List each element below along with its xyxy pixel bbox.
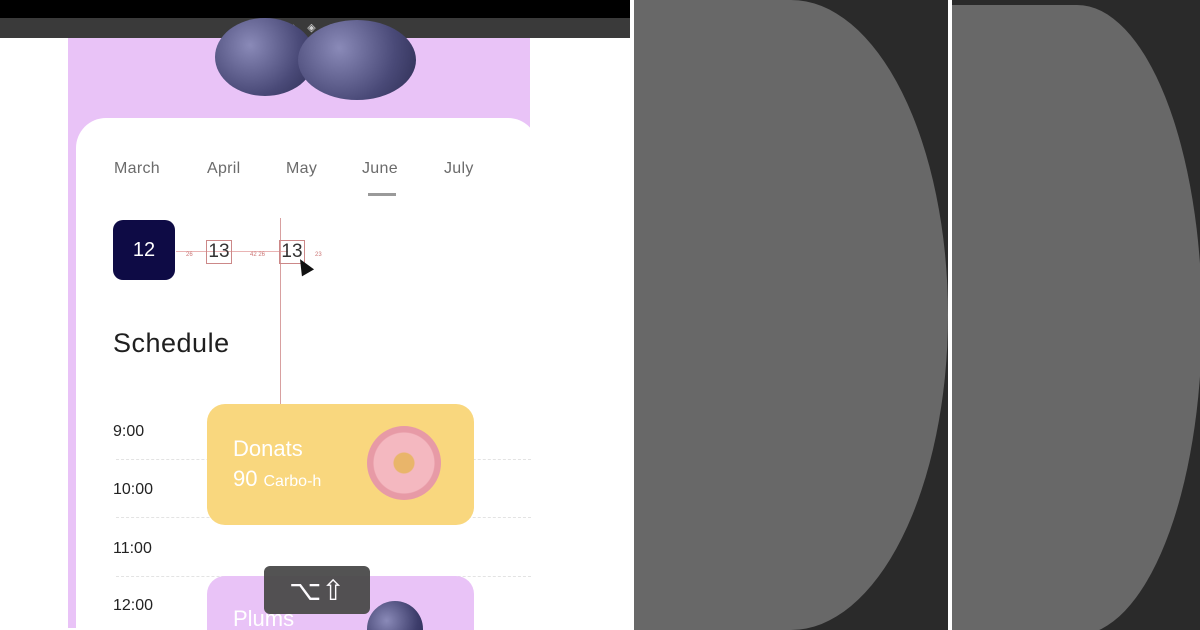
schedule-title: Schedule: [113, 328, 230, 358]
time-label: 9:00: [113, 423, 145, 440]
event-title: Donats: [233, 436, 303, 461]
month-tabs: March April May June July: [114, 160, 534, 190]
tab-april[interactable]: April: [207, 160, 241, 178]
time-label: 11:00: [113, 540, 152, 557]
measure-label: 26: [186, 252, 193, 258]
preview-panel: [634, 0, 948, 630]
tab-march[interactable]: March: [114, 160, 160, 178]
keyboard-shortcut-hud: ⌥⇧: [264, 566, 370, 614]
tab-june[interactable]: June: [362, 160, 398, 178]
half-circle-shape: [634, 0, 948, 630]
measure-label: 42 26: [250, 252, 266, 258]
option-shift-keys-icon: ⌥⇧: [289, 573, 345, 607]
preview-panel: [952, 0, 1200, 630]
blueberry-image: [298, 20, 416, 100]
active-tab-indicator: [368, 193, 396, 196]
tab-may[interactable]: May: [286, 160, 317, 178]
day-item[interactable]: 13: [206, 240, 232, 264]
plum-image: [367, 601, 423, 630]
time-label: 10:00: [113, 481, 154, 498]
tab-july[interactable]: July: [444, 160, 474, 178]
day-selected[interactable]: 12: [113, 220, 175, 280]
donut-image: [367, 426, 441, 500]
time-label: 12:00: [113, 597, 154, 614]
event-nutrition: 90 Carbo-h: [233, 466, 321, 492]
event-card-donuts[interactable]: Donats 90 Carbo-h: [207, 404, 474, 525]
design-canvas[interactable]: ⌗ ◈ ◐ March April May June July 12 13 13…: [0, 0, 630, 630]
half-circle-shape: [952, 5, 1200, 630]
event-unit: Carbo-h: [263, 473, 322, 490]
event-amount: 90: [233, 466, 258, 491]
measure-label: 23: [315, 252, 322, 258]
